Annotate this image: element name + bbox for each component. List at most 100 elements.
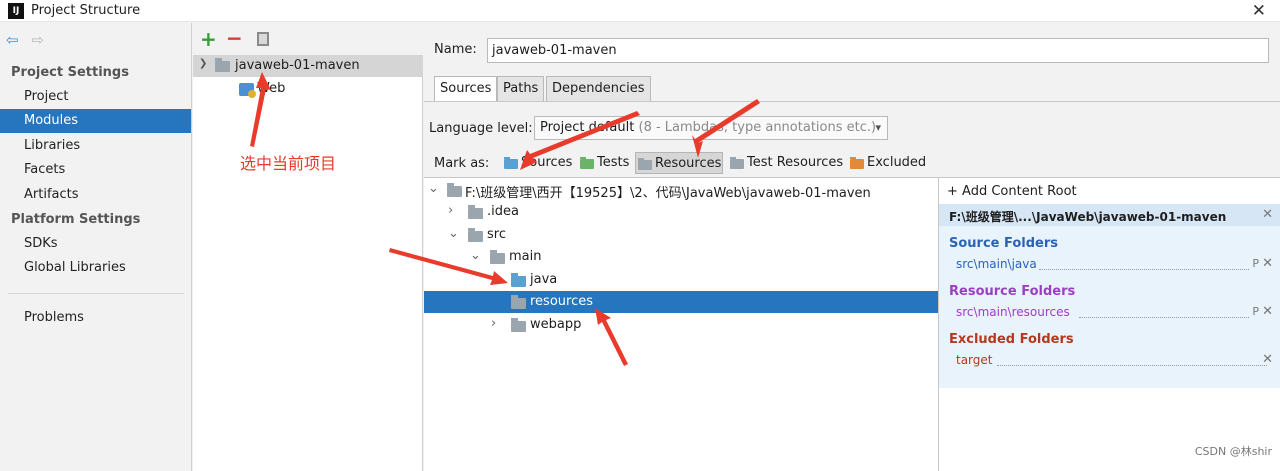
tree-row-main[interactable]: ⌄ main [424, 246, 938, 268]
folder-icon [511, 318, 526, 332]
tree-row-src[interactable]: ⌄ src [424, 224, 938, 246]
package-prefix-icon[interactable]: P [1252, 257, 1259, 270]
content-root-path: F:\班级管理\...\JavaWeb\javaweb-01-maven [949, 210, 1227, 224]
tab-sources[interactable]: Sources [434, 76, 498, 102]
nav-divider [8, 293, 184, 294]
tree-row-webapp[interactable]: › webapp [424, 314, 938, 336]
close-icon[interactable]: ✕ [1252, 1, 1266, 21]
chevron-down-icon[interactable]: ❯ [199, 58, 207, 69]
tree-row-label: java [530, 272, 558, 287]
tree-row-java[interactable]: java [424, 269, 938, 291]
plus-icon: + [947, 184, 963, 199]
name-label: Name: [434, 42, 477, 57]
tab-paths[interactable]: Paths [497, 76, 545, 102]
content-root-header: F:\班级管理\...\JavaWeb\javaweb-01-maven ✕ [939, 204, 1280, 226]
nav-item-global-libraries[interactable]: Global Libraries [0, 256, 191, 280]
module-root-item[interactable]: ❯ javaweb-01-maven [193, 55, 423, 77]
chevron-down-icon[interactable]: ⌄ [428, 181, 439, 196]
resource-folders-title: Resource Folders [949, 284, 1076, 299]
tree-row-label: resources [530, 294, 594, 309]
mark-test-resources-label: Test Resources [747, 155, 844, 170]
tree-row-label: main [509, 249, 542, 264]
unmark-folder-icon[interactable]: ✕ [1262, 352, 1273, 367]
tab-divider [424, 101, 1280, 102]
annotation-text: 选中当前项目 [240, 154, 337, 173]
folder-icon [468, 205, 483, 219]
chevron-right-icon[interactable]: › [448, 203, 453, 218]
source-folder-icon [511, 273, 526, 287]
tree-row-label: F:\班级管理\西开【19525】\2、代码\JavaWeb\javaweb-0… [465, 186, 871, 201]
tree-row-label: src [487, 227, 506, 242]
language-level-hint: (8 - Lambdas, type annotations etc.) [638, 120, 877, 135]
package-prefix-icon[interactable]: P [1252, 305, 1259, 318]
add-content-root-button[interactable]: + Add Content Root [947, 184, 1077, 199]
tests-folder-icon [580, 157, 594, 169]
language-level-value: Project default [540, 120, 635, 135]
mark-excluded-label: Excluded [867, 155, 927, 170]
nav-item-sdks[interactable]: SDKs [0, 232, 191, 256]
history-arrows: ⇦ ⇨ [6, 31, 44, 49]
nav-item-facets[interactable]: Facets [0, 158, 191, 182]
module-name: javaweb-01-maven [235, 58, 360, 73]
web-facet-icon [239, 83, 256, 98]
tree-row-label: webapp [530, 317, 582, 332]
nav-item-problems[interactable]: Problems [0, 306, 191, 330]
title-bar: IJ Project Structure ✕ [0, 0, 1280, 22]
add-icon[interactable]: + [200, 27, 217, 51]
resource-folder-entry: src\main\resources [956, 305, 1070, 319]
remove-icon[interactable]: − [226, 26, 243, 50]
tree-row-idea[interactable]: › .idea [424, 201, 938, 223]
chevron-down-icon: ▾ [875, 121, 881, 134]
leader-dots [1079, 317, 1249, 318]
source-folders-title: Source Folders [949, 236, 1059, 251]
project-settings-header: Project Settings [11, 65, 129, 80]
watermark: CSDN @林shir [1194, 445, 1272, 458]
leader-dots [997, 365, 1267, 366]
remove-root-icon[interactable]: ✕ [1262, 207, 1273, 222]
back-arrow-icon[interactable]: ⇦ [6, 31, 19, 49]
nav-item-project[interactable]: Project [0, 85, 191, 109]
window-title: Project Structure [31, 3, 141, 18]
excluded-folder-entry: target [956, 353, 993, 367]
module-editor: Name: javaweb-01-maven Sources Paths Dep… [424, 23, 1280, 471]
mark-tests-button[interactable]: Tests [578, 152, 629, 174]
resources-folder-icon [638, 158, 652, 170]
content-root-card: F:\班级管理\...\JavaWeb\javaweb-01-maven ✕ S… [939, 204, 1280, 388]
copy-icon[interactable] [257, 32, 269, 46]
mark-sources-button[interactable]: Sources [502, 152, 572, 174]
mark-resources-button[interactable]: Resources [635, 152, 723, 174]
module-list-panel: + − ❯ javaweb-01-maven Web 选中当前项目 [193, 23, 423, 471]
nav-item-artifacts[interactable]: Artifacts [0, 183, 191, 207]
mark-excluded-button[interactable]: Excluded [848, 152, 926, 174]
language-level-select[interactable]: Project default (8 - Lambdas, type annot… [534, 116, 888, 140]
unmark-folder-icon[interactable]: ✕ [1262, 304, 1273, 319]
unmark-folder-icon[interactable]: ✕ [1262, 256, 1273, 271]
settings-nav: ⇦ ⇨ Project Settings Project Modules Lib… [0, 23, 192, 471]
folder-icon [468, 228, 483, 242]
chevron-down-icon[interactable]: ⌄ [448, 226, 459, 241]
content-roots-panel: + Add Content Root F:\班级管理\...\JavaWeb\j… [938, 177, 1280, 471]
leader-dots [1039, 269, 1249, 270]
tree-row-label: .idea [487, 204, 519, 219]
tab-dependencies[interactable]: Dependencies [546, 76, 651, 102]
resources-folder-icon [511, 295, 526, 309]
folder-icon [447, 183, 462, 197]
tree-row-root[interactable]: ⌄ F:\班级管理\西开【19525】\2、代码\JavaWeb\javaweb… [424, 179, 938, 201]
tree-row-resources[interactable]: resources [424, 291, 938, 313]
mark-as-label: Mark as: [434, 156, 490, 171]
source-folder-entry: src\main\java [956, 257, 1037, 271]
module-name-input[interactable]: javaweb-01-maven [487, 38, 1269, 63]
excluded-folder-icon [850, 157, 864, 169]
intellij-icon: IJ [8, 3, 24, 19]
nav-item-libraries[interactable]: Libraries [0, 134, 191, 158]
mark-resources-label: Resources [655, 156, 722, 171]
nav-item-modules[interactable]: Modules [0, 109, 191, 133]
mark-sources-label: Sources [521, 155, 573, 170]
chevron-down-icon[interactable]: ⌄ [470, 248, 481, 263]
excluded-folders-title: Excluded Folders [949, 332, 1074, 347]
chevron-right-icon[interactable]: › [491, 316, 496, 331]
forward-arrow-icon[interactable]: ⇨ [31, 31, 44, 49]
mark-test-resources-button[interactable]: Test Resources [728, 152, 843, 174]
test-resources-folder-icon [730, 157, 744, 169]
sources-folder-icon [504, 157, 518, 169]
